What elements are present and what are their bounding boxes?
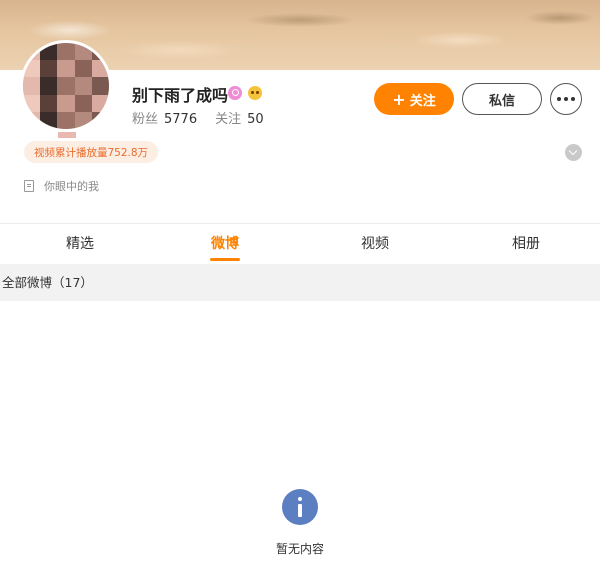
video-play-count-tag: 视频累计播放量752.8万 (24, 141, 159, 163)
avatar-mosaic-cell (23, 60, 41, 78)
fans-label[interactable]: 粉丝 (132, 112, 158, 127)
avatar-mosaic-cell (40, 94, 58, 112)
avatar-decoration (58, 132, 76, 138)
avatar-mosaic-cell (74, 60, 92, 78)
avatar[interactable] (20, 40, 112, 132)
avatar-mosaic-cell (23, 77, 41, 95)
message-button[interactable]: 私信 (462, 83, 542, 115)
avatar-mosaic-cell (91, 111, 109, 129)
tab-albums[interactable]: 相册 (476, 224, 576, 264)
profile-bio: 你眼中的我 (44, 180, 99, 193)
avatar-mosaic-cell (57, 111, 75, 129)
avatar-mosaic-cell (23, 111, 41, 129)
emoji-badge-icon[interactable] (248, 86, 262, 100)
avatar-mosaic-cell (40, 77, 58, 95)
avatar-mosaic-cell (57, 77, 75, 95)
avatar-mosaic-cell (74, 111, 92, 129)
plus-icon: + (392, 89, 406, 109)
avatar-mosaic-cell (74, 94, 92, 112)
follow-button[interactable]: + 关注 (374, 83, 454, 115)
all-weibo-filter[interactable]: 全部微博（17） (0, 264, 600, 301)
avatar-mosaic-cell (57, 60, 75, 78)
profile-tabs: 精选 微博 视频 相册 (0, 224, 600, 264)
avatar-mosaic-cell (91, 77, 109, 95)
avatar-mosaic-cell (40, 43, 58, 61)
tab-weibo[interactable]: 微博 (175, 224, 275, 264)
empty-state-text: 暂无内容 (275, 542, 324, 556)
expand-icon[interactable] (565, 144, 582, 161)
tab-featured[interactable]: 精选 (30, 224, 130, 264)
tab-videos[interactable]: 视频 (325, 224, 425, 264)
message-button-label: 私信 (488, 93, 515, 109)
more-icon[interactable] (550, 83, 582, 115)
avatar-mosaic-cell (23, 94, 41, 112)
avatar-mosaic-cell (40, 111, 58, 129)
document-icon (24, 180, 34, 192)
pink-badge-icon[interactable] (228, 86, 242, 100)
profile-name: 别下雨了成吗 (132, 86, 229, 105)
avatar-mosaic-cell (91, 94, 109, 112)
avatar-mosaic-cell (40, 60, 58, 78)
avatar-mosaic-cell (74, 77, 92, 95)
profile-stats: 粉丝 5776 关注 50 (132, 108, 282, 127)
following-label[interactable]: 关注 (215, 112, 241, 127)
avatar-mosaic-cell (57, 94, 75, 112)
info-icon (282, 489, 318, 525)
following-count[interactable]: 50 (247, 112, 264, 127)
follow-button-label: 关注 (409, 93, 436, 109)
avatar-mosaic-cell (57, 43, 75, 61)
fans-count[interactable]: 5776 (164, 112, 197, 127)
avatar-mosaic-cell (74, 43, 92, 61)
